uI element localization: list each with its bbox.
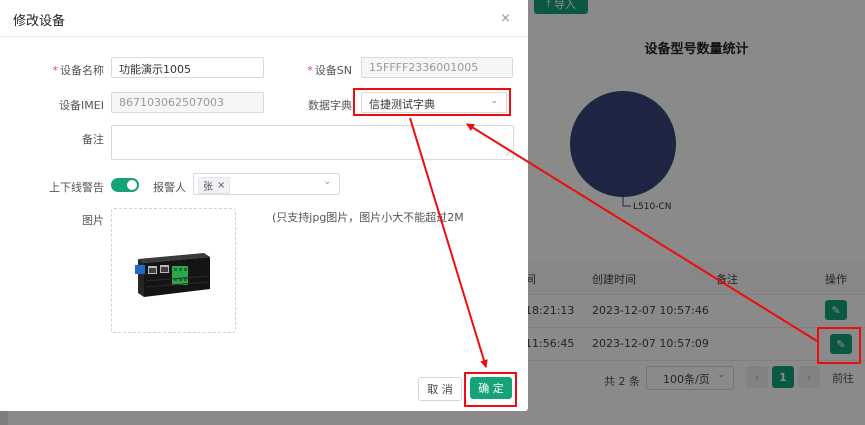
annotation-box-data-dict [353, 88, 511, 116]
required-mark: * [307, 64, 313, 77]
annotation-box-edit [817, 327, 861, 364]
toggle-knob [127, 180, 137, 190]
close-icon[interactable]: × [217, 180, 225, 191]
device-photo [135, 253, 210, 297]
required-mark: * [52, 64, 59, 77]
device-imei-label: 设备IMEI [59, 99, 104, 112]
device-name-label-text: 设备名称 [60, 64, 104, 77]
chevron-down-icon: ⌄ [323, 177, 331, 187]
device-name-input[interactable]: 功能演示1005 [111, 57, 264, 78]
remark-label: 备注 [82, 133, 104, 146]
close-icon[interactable]: × [500, 11, 511, 26]
image-label: 图片 [82, 214, 104, 227]
edit-device-dialog: 修改设备 × * 设备名称 功能演示1005 * 设备SN 15FFFF233600… [0, 0, 528, 411]
device-imei-input: 867103062507003 [111, 92, 264, 113]
data-dict-label: 数据字典 [308, 99, 352, 112]
cancel-button[interactable]: 取 消 [418, 377, 462, 401]
remark-textarea[interactable]: ⟋ [111, 125, 514, 160]
reporter-tag: 张 × [198, 177, 231, 194]
alarm-label: 上下线警告 [49, 181, 104, 194]
image-upload[interactable] [111, 208, 236, 333]
device-sn-label: * 设备SN [290, 62, 352, 78]
dialog-title: 修改设备 [13, 14, 66, 29]
alarm-toggle[interactable] [111, 178, 139, 192]
reporter-label: 报警人 [153, 181, 186, 194]
image-hint: (只支持jpg图片，图片小大不能超过2M [272, 211, 464, 224]
reporter-tag-text: 张 [203, 182, 213, 193]
resize-handle-icon[interactable]: ⟋ [506, 149, 512, 159]
device-sn-label-text: 设备SN [314, 64, 352, 77]
annotation-box-confirm [464, 372, 517, 407]
device-name-label: * 设备名称 [40, 62, 105, 78]
dialog-header: 修改设备 × [0, 0, 528, 37]
device-sn-input: 15FFFF2336001005 [361, 57, 513, 78]
